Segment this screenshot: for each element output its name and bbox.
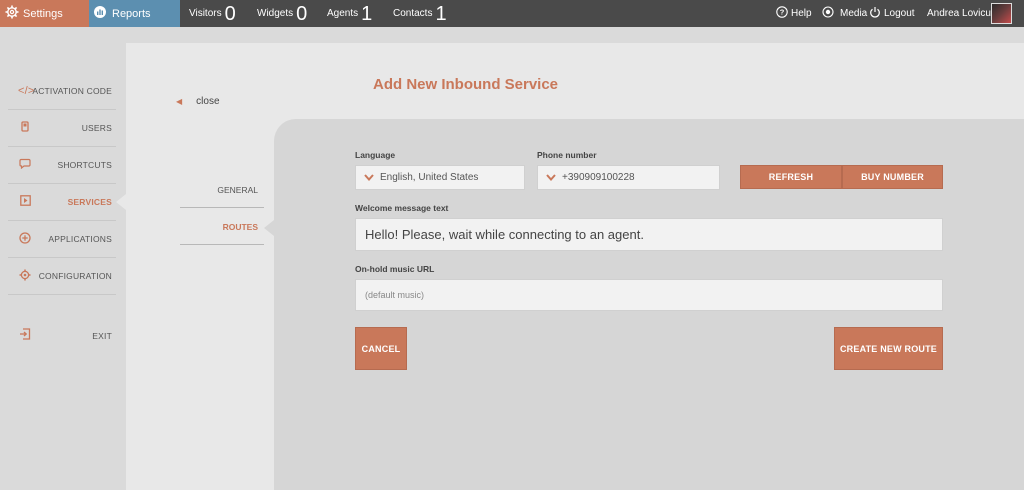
contacts-count: 1 [435, 2, 447, 25]
contacts-stat[interactable]: Contacts 1 [393, 0, 447, 27]
sidebar-item-label: SERVICES [67, 197, 112, 207]
sidebar-item-label: SHORTCUTS [57, 160, 112, 170]
sidebar-item-configuration[interactable]: CONFIGURATION [8, 258, 116, 295]
top-bar: Settings Reports Visitors 0 Widgets 0 Ag… [0, 0, 1024, 27]
gear-icon [5, 5, 19, 22]
exit-icon [18, 328, 32, 343]
media-link[interactable]: Media [822, 0, 867, 27]
sidebar-item-users[interactable]: USERS [8, 110, 116, 147]
welcome-label: Welcome message text [355, 203, 449, 213]
cancel-button[interactable]: CANCEL [355, 327, 407, 370]
buy-number-button[interactable]: BUY NUMBER [842, 165, 943, 189]
help-label: Help [791, 8, 812, 19]
code-icon: </> [18, 85, 35, 97]
phone-value: +390909100228 [562, 172, 635, 183]
chart-icon [93, 5, 107, 22]
widgets-count: 0 [296, 2, 308, 25]
reports-tab[interactable]: Reports [89, 0, 180, 27]
settings-label: Settings [23, 7, 63, 20]
contacts-label: Contacts [393, 8, 433, 19]
phone-select[interactable]: +390909100228 [537, 165, 720, 190]
sidebar-item-applications[interactable]: APPLICATIONS [8, 221, 116, 258]
sidebar: </> ACTIVATION CODE USERS SHORTCUTS SERV… [0, 27, 126, 490]
plus-circle-icon [18, 231, 32, 247]
agents-label: Agents [327, 8, 359, 19]
page-title: Add New Inbound Service [373, 76, 559, 93]
reports-label: Reports [112, 7, 151, 20]
sidebar-item-label: ACTIVATION CODE [32, 86, 112, 96]
svg-text:?: ? [780, 8, 785, 17]
chevron-down-icon [546, 172, 556, 184]
visitors-label: Visitors [189, 8, 222, 19]
agents-count: 1 [361, 2, 373, 25]
visitors-stat[interactable]: Visitors 0 [189, 0, 236, 27]
active-indicator [116, 194, 126, 210]
sidebar-item-label: EXIT [92, 330, 112, 341]
welcome-message-value: Hello! Please, wait while connecting to … [365, 227, 644, 242]
sidebar-item-exit[interactable]: EXIT [8, 317, 116, 354]
sidebar-item-label: CONFIGURATION [38, 271, 112, 281]
agents-stat[interactable]: Agents 1 [327, 0, 372, 27]
widgets-stat[interactable]: Widgets 0 [257, 0, 307, 27]
close-link[interactable]: ◀ close [176, 96, 220, 107]
media-icon [822, 6, 834, 21]
sidebar-item-shortcuts[interactable]: SHORTCUTS [8, 147, 116, 184]
help-link[interactable]: ? Help [776, 0, 812, 27]
sidebar-item-services[interactable]: SERVICES [8, 184, 116, 221]
close-label: close [196, 96, 220, 107]
speech-bubble-icon [18, 158, 32, 172]
onhold-label: On-hold music URL [355, 264, 435, 274]
sidebar-item-label: USERS [81, 123, 112, 133]
play-box-icon [18, 195, 32, 209]
language-select[interactable]: English, United States [355, 165, 525, 190]
subnav-active-indicator [264, 220, 274, 236]
phone-label: Phone number [537, 150, 597, 160]
help-icon: ? [776, 6, 788, 21]
avatar[interactable] [991, 3, 1012, 24]
create-new-route-button[interactable]: CREATE NEW ROUTE [834, 327, 943, 370]
sidebar-item-label: APPLICATIONS [48, 234, 112, 244]
tab-routes[interactable]: ROUTES [180, 209, 264, 245]
left-arrow-icon: ◀ [176, 97, 183, 106]
language-label: Language [355, 150, 396, 160]
media-label: Media [840, 8, 868, 19]
refresh-button[interactable]: REFRESH [740, 165, 842, 189]
onhold-music-input[interactable]: (default music) [355, 279, 943, 311]
onhold-placeholder: (default music) [365, 290, 425, 300]
chevron-down-icon [364, 172, 374, 184]
user-name[interactable]: Andrea Lovicu [927, 0, 991, 27]
visitors-count: 0 [224, 2, 236, 25]
sidebar-item-activation-code[interactable]: </> ACTIVATION CODE [8, 73, 116, 110]
language-value: English, United States [380, 172, 479, 183]
power-icon [869, 6, 881, 21]
logout-link[interactable]: Logout [869, 0, 915, 27]
settings-tab[interactable]: Settings [0, 0, 89, 27]
welcome-message-input[interactable]: Hello! Please, wait while connecting to … [355, 218, 943, 251]
logout-label: Logout [884, 8, 915, 19]
tab-general[interactable]: GENERAL [180, 172, 264, 208]
user-icon [18, 121, 32, 135]
gear-icon [18, 269, 32, 284]
widgets-label: Widgets [257, 8, 294, 19]
